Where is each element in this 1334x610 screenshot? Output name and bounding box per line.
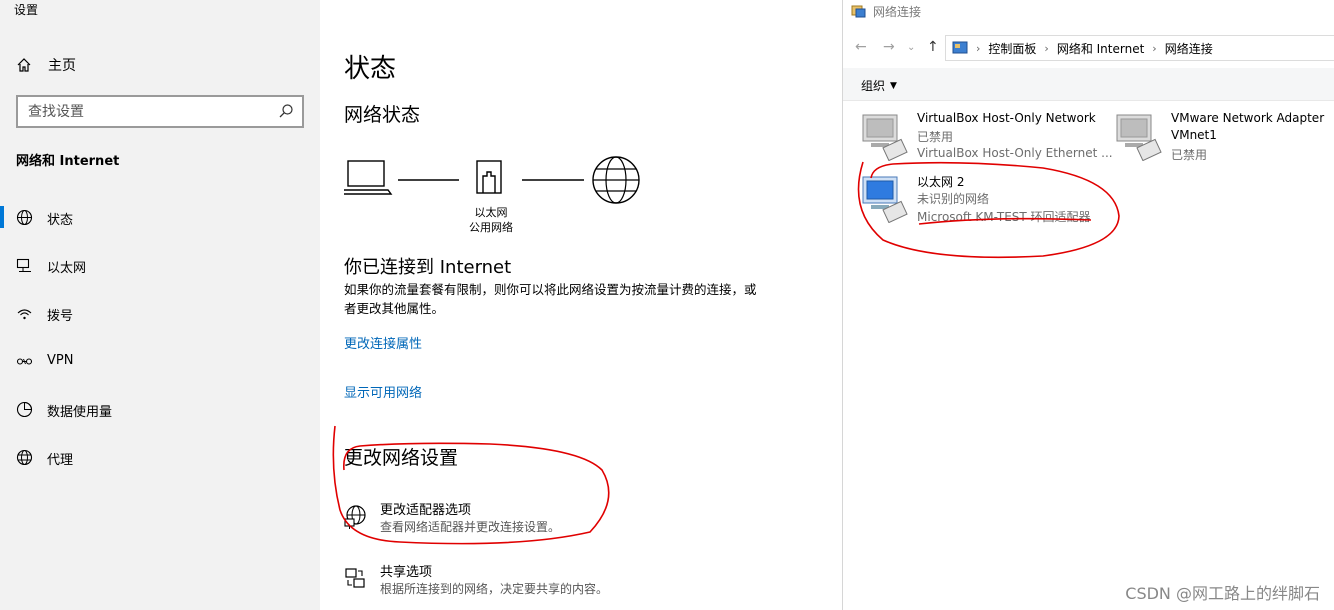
adapter-name: VirtualBox Host-Only Network — [917, 111, 1096, 125]
breadcrumb-separator-icon: › — [1044, 41, 1049, 55]
window-titlebar: 网络连接 — [851, 3, 921, 20]
sidebar-item-label: VPN — [47, 353, 74, 368]
command-bar: 组织 ▼ — [843, 68, 1334, 101]
diagram-connection-type: 以太网 — [474, 206, 508, 219]
selection-indicator — [0, 206, 4, 228]
network-status-heading: 网络状态 — [344, 104, 421, 126]
option-title: 共享选项 — [380, 565, 433, 580]
adapter-name: VMware Network Adapter — [1171, 111, 1325, 125]
diagram-network-profile: 公用网络 — [469, 221, 513, 234]
address-bar[interactable]: › 控制面板 › 网络和 Internet › 网络连接 — [945, 35, 1334, 61]
watermark: CSDN @网工路上的绊脚石 — [1125, 584, 1320, 603]
status-description: 如果你的流量套餐有限制，则你可以将此网络设置为按流量计费的连接，或者更改其他属性… — [344, 282, 757, 316]
sidebar-item-label: 数据使用量 — [47, 405, 113, 420]
breadcrumb-network-internet[interactable]: 网络和 Internet — [1057, 40, 1144, 57]
adapter-status: 未识别的网络 — [917, 192, 990, 206]
sharing-options-icon — [345, 568, 365, 588]
search-icon[interactable] — [278, 103, 294, 119]
window-title: 网络连接 — [873, 5, 922, 19]
adapter-status: 已禁用 — [917, 130, 954, 144]
laptop-icon — [339, 160, 393, 195]
adapter-ethernet-2[interactable]: 以太网 2 未识别的网络 Microsoft KM-TEST 环回适配器 — [861, 173, 1111, 231]
sidebar-item-label: 代理 — [47, 453, 74, 468]
sidebar-item-data-usage[interactable]: 数据使用量 — [0, 389, 320, 429]
up-arrow-icon[interactable]: ↑ — [927, 39, 939, 55]
status-page: 状态 网络状态 以太网 公用网络 你已连接到 Internet 如果你的流量套餐… — [320, 0, 842, 610]
adapter-virtualbox[interactable]: VirtualBox Host-Only Network 已禁用 Virtual… — [861, 111, 1113, 169]
internet-globe-icon — [592, 156, 640, 204]
section-title: 网络和 Internet — [16, 154, 120, 169]
ethernet-icon — [16, 258, 31, 272]
network-folder-icon — [851, 5, 866, 17]
dropdown-arrow-icon: ▼ — [890, 80, 897, 91]
breadcrumb-network-connections[interactable]: 网络连接 — [1165, 40, 1213, 57]
sidebar-item-label: 拨号 — [47, 309, 74, 324]
sidebar-item-label: 状态 — [47, 213, 74, 228]
connected-heading: 你已连接到 Internet — [344, 257, 512, 278]
network-connections-window: 网络连接 ← → ⌄ ↑ › 控制面板 › 网络和 Internet › 网络连… — [842, 0, 1334, 610]
organize-label: 组织 — [861, 79, 886, 93]
forward-arrow-icon[interactable]: → — [883, 39, 895, 55]
breadcrumb-separator-icon: › — [976, 41, 981, 55]
show-available-networks-link[interactable]: 显示可用网络 — [344, 382, 422, 401]
diagram-label: 以太网 公用网络 — [451, 205, 531, 235]
adapter-options-icon — [344, 505, 366, 529]
network-adapter-icon — [862, 114, 908, 161]
change-adapter-options-item[interactable]: 更改适配器选项 查看网络适配器并更改连接设置。 — [344, 499, 804, 539]
sharing-options-item[interactable]: 共享选项 根据所连接到的网络，决定要共享的内容。 — [344, 561, 804, 601]
sidebar-item-status[interactable]: 状态 — [0, 197, 320, 237]
data-usage-icon — [16, 401, 33, 418]
adapter-name: 以太网 2 — [917, 175, 965, 189]
vpn-icon — [16, 358, 33, 365]
home-nav-item[interactable]: 主页 — [16, 55, 76, 75]
back-arrow-icon[interactable]: ← — [855, 39, 867, 55]
sidebar-item-proxy[interactable]: 代理 — [0, 437, 320, 477]
settings-sidebar: 设置 主页 网络和 Internet 状态 以太网 拨号 VPN 数据使用量 代… — [0, 0, 320, 610]
network-adapter-icon — [862, 176, 908, 223]
change-settings-heading: 更改网络设置 — [344, 447, 459, 469]
option-subtitle: 查看网络适配器并更改连接设置。 — [380, 520, 561, 534]
home-icon — [17, 58, 31, 72]
adapter-status: VMnet1 — [1171, 128, 1217, 142]
home-label: 主页 — [48, 58, 76, 74]
adapter-device: Microsoft KM-TEST 环回适配器 — [917, 210, 1091, 224]
address-row: ← → ⌄ ↑ › 控制面板 › 网络和 Internet › 网络连接 — [843, 35, 1334, 61]
app-title: 设置 — [14, 3, 39, 17]
sidebar-item-ethernet[interactable]: 以太网 — [0, 245, 320, 285]
dialup-icon — [17, 309, 32, 320]
organize-button[interactable]: 组织 ▼ — [861, 77, 897, 94]
control-panel-icon — [952, 41, 968, 54]
option-subtitle: 根据所连接到的网络，决定要共享的内容。 — [380, 582, 609, 596]
sidebar-item-vpn[interactable]: VPN — [0, 341, 320, 381]
adapter-device: VirtualBox Host-Only Ethernet ... — [917, 146, 1113, 160]
sidebar-item-label: 以太网 — [47, 261, 87, 276]
breadcrumb-separator-icon: › — [1152, 41, 1157, 55]
ethernet-port-icon — [476, 160, 502, 194]
adapter-vmware[interactable]: VMware Network Adapter VMnet1 已禁用 — [1115, 111, 1325, 169]
globe-icon — [16, 209, 33, 226]
page-title: 状态 — [344, 54, 397, 84]
sidebar-item-dialup[interactable]: 拨号 — [0, 293, 320, 333]
proxy-icon — [16, 449, 33, 466]
adapter-device: 已禁用 — [1171, 148, 1208, 162]
option-title: 更改适配器选项 — [380, 503, 472, 518]
change-connection-properties-link[interactable]: 更改连接属性 — [344, 333, 422, 352]
network-adapter-icon — [1116, 114, 1162, 161]
search-input[interactable] — [18, 97, 268, 126]
recent-dropdown-icon[interactable]: ⌄ — [907, 42, 915, 53]
settings-search-box[interactable] — [16, 95, 304, 128]
breadcrumb-control-panel[interactable]: 控制面板 — [988, 40, 1036, 57]
